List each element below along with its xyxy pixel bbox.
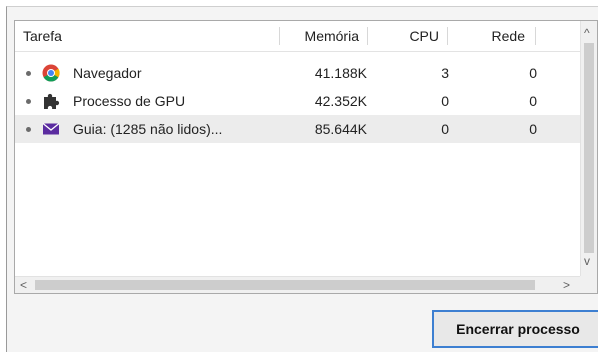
mail-icon [42,122,60,135]
table-row[interactable]: Navegador 41.188K 3 0 [15,59,581,87]
horizontal-scroll-thumb[interactable] [35,280,535,290]
horizontal-scrollbar[interactable]: < > [15,276,581,293]
end-process-button[interactable]: Encerrar processo [432,310,598,348]
column-divider[interactable] [535,27,536,45]
process-network: 0 [529,93,537,109]
column-divider[interactable] [447,27,448,45]
table-header: Tarefa Memória CPU Rede [15,21,581,52]
column-header-memory[interactable]: Memória [287,21,359,51]
process-name: Navegador [73,65,142,81]
column-header-cpu[interactable]: CPU [375,21,439,51]
scroll-down-icon[interactable]: v [584,255,590,267]
process-table: Tarefa Memória CPU Rede Navegador 41.188… [14,20,598,294]
process-cpu: 3 [441,65,449,81]
scroll-left-icon[interactable]: < [20,279,27,291]
process-network: 0 [529,65,537,81]
chrome-icon [42,64,60,82]
process-cpu: 0 [441,121,449,137]
scroll-corner [580,276,597,293]
column-divider[interactable] [367,27,368,45]
process-memory: 41.188K [314,65,367,81]
scroll-up-icon[interactable]: ^ [584,27,590,39]
process-network: 0 [529,121,537,137]
table-row[interactable]: Processo de GPU 42.352K 0 0 [15,87,581,115]
process-cpu: 0 [441,93,449,109]
row-bullet [26,71,31,76]
vertical-scrollbar[interactable]: ^ v [580,21,597,277]
vertical-scroll-thumb[interactable] [584,43,594,253]
column-header-task[interactable]: Tarefa [23,21,62,51]
row-bullet [26,99,31,104]
process-memory: 85.644K [314,121,367,137]
puzzle-icon [44,93,60,109]
row-bullet [26,127,31,132]
table-row[interactable]: Guia: (1285 não lidos)... 85.644K 0 0 [15,115,581,143]
column-header-network[interactable]: Rede [455,21,525,51]
scroll-right-icon[interactable]: > [563,279,570,291]
process-name: Processo de GPU [73,93,186,109]
process-memory: 42.352K [314,93,367,109]
column-divider[interactable] [279,27,280,45]
process-name: Guia: (1285 não lidos)... [73,121,223,137]
